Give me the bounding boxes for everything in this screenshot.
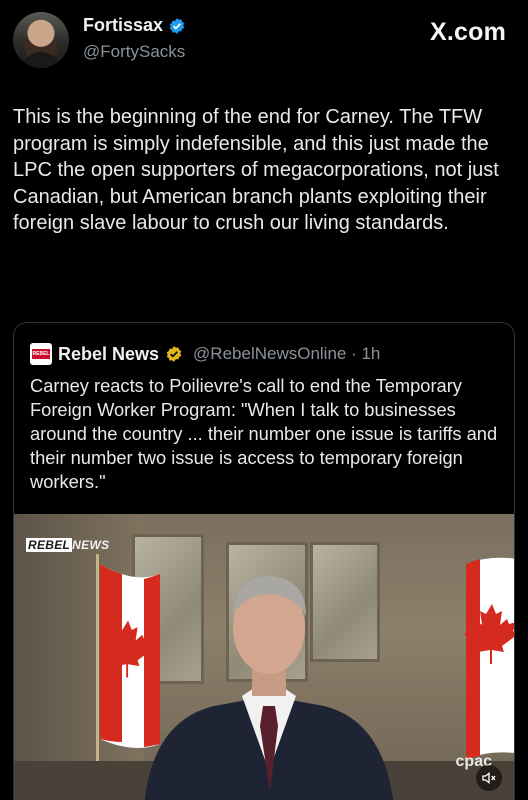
quoted-tweet-text: Carney reacts to Poilievre's call to end… [30, 375, 498, 492]
quoted-display-name[interactable]: Rebel News [58, 344, 159, 365]
x-com-watermark: X.com [429, 18, 506, 46]
verified-badge-icon [169, 17, 185, 34]
mute-button[interactable] [476, 765, 502, 791]
tweet-header: Fortissax @FortySacks X.com [0, 0, 528, 80]
speaker-figure [144, 576, 394, 800]
video-player[interactable]: REBEL NEWS cpac [14, 514, 514, 800]
gold-verified-badge-icon [166, 346, 182, 362]
speaker-muted-icon [482, 771, 496, 785]
quoted-tweet-card[interactable]: REBEL Rebel News @RebelNewsOnline · 1h C… [13, 322, 515, 800]
author-display-name[interactable]: Fortissax [83, 15, 163, 36]
quoted-tweet-header: REBEL Rebel News @RebelNewsOnline · 1h [30, 343, 380, 365]
author-handle[interactable]: @FortySacks [83, 42, 185, 62]
rebel-news-logo-icon[interactable]: REBEL [30, 343, 52, 365]
quoted-handle-time[interactable]: @RebelNewsOnline · 1h [193, 344, 380, 364]
avatar[interactable] [13, 12, 69, 68]
author-name-row[interactable]: Fortissax [83, 15, 186, 36]
tweet-text: This is the beginning of the end for Car… [13, 106, 499, 234]
canadian-flag-right [464, 557, 514, 759]
rebel-news-overlay: REBEL NEWS [26, 538, 110, 552]
